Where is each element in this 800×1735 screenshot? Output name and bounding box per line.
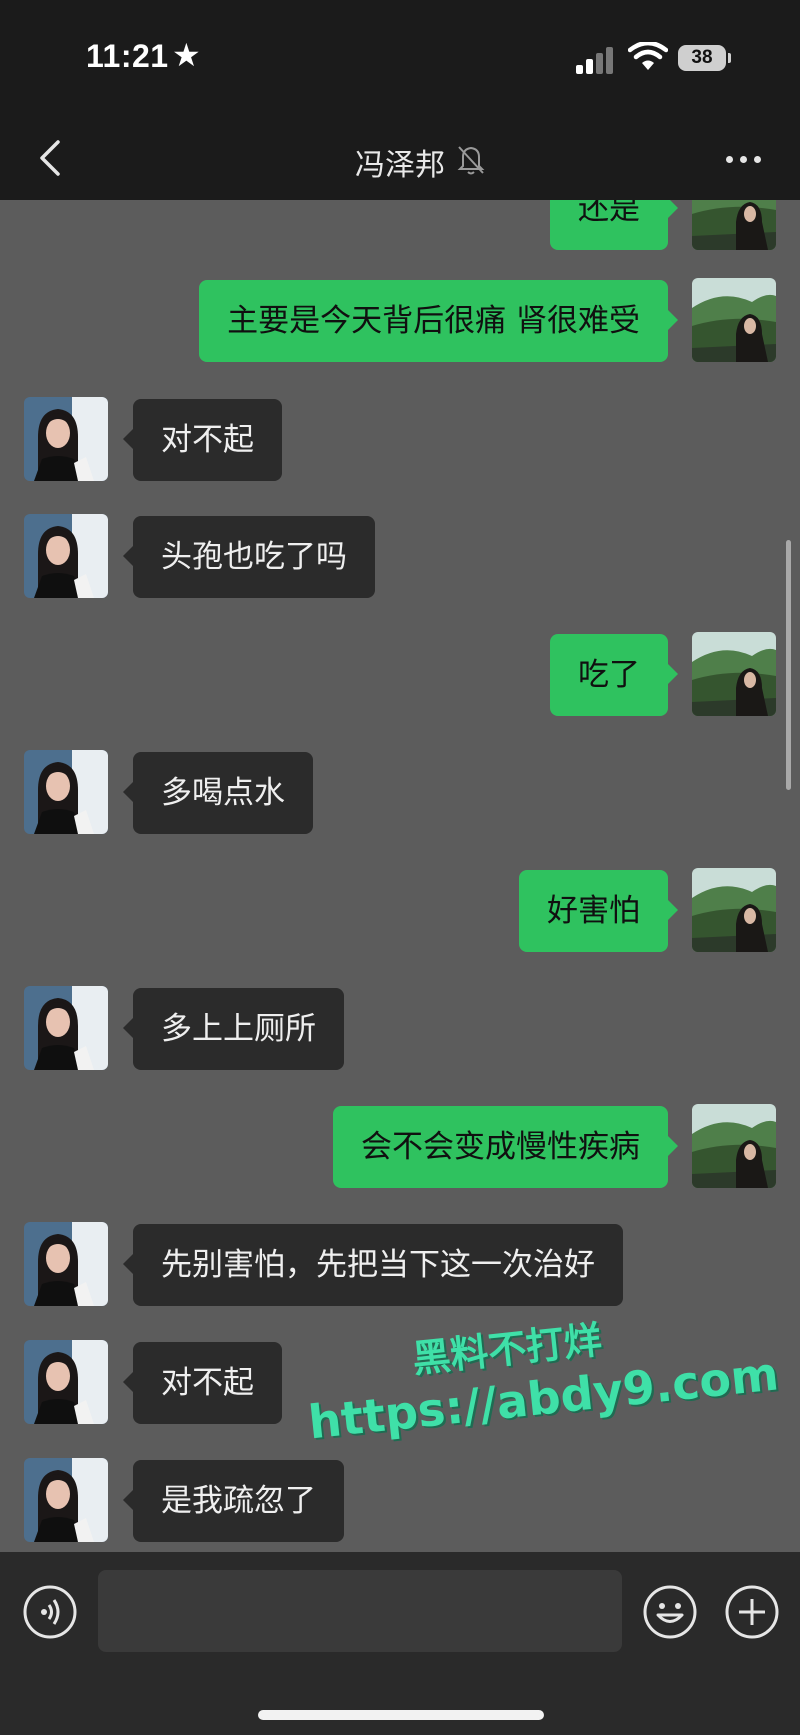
message-row-outgoing: 还是: [0, 200, 800, 252]
my-avatar[interactable]: [692, 278, 776, 362]
message-row-incoming: 多喝点水: [0, 750, 800, 836]
contact-avatar[interactable]: [24, 397, 108, 481]
emoji-icon[interactable]: [642, 1584, 698, 1640]
chat-title: 冯泽邦: [355, 148, 445, 183]
message-row-outgoing: 吃了: [0, 632, 800, 718]
star-icon: ★: [172, 36, 201, 74]
cellular-signal-icon: [576, 46, 616, 74]
contact-avatar[interactable]: [24, 1340, 108, 1424]
message-bubble[interactable]: 对不起: [123, 399, 282, 481]
contact-avatar[interactable]: [24, 750, 108, 834]
my-avatar[interactable]: [692, 632, 776, 716]
status-bar: 11:21 ★ 38: [0, 0, 800, 120]
message-row-incoming: 是我疏忽了: [0, 1458, 800, 1544]
message-bubble[interactable]: 好害怕: [519, 870, 678, 952]
contact-avatar[interactable]: [24, 986, 108, 1070]
ellipsis-icon[interactable]: [722, 144, 766, 174]
message-row-incoming: 对不起: [0, 1340, 800, 1426]
message-bubble[interactable]: 吃了: [550, 634, 678, 716]
message-bubble[interactable]: 对不起: [123, 1342, 282, 1424]
bell-slash-icon: [457, 146, 485, 175]
my-avatar[interactable]: [692, 868, 776, 952]
message-bubble[interactable]: 多喝点水: [123, 752, 313, 834]
plus-icon[interactable]: [724, 1584, 780, 1640]
message-bubble[interactable]: 还是: [550, 200, 678, 250]
battery-icon: 38: [678, 45, 726, 71]
message-input[interactable]: [98, 1570, 622, 1652]
my-avatar[interactable]: [692, 1104, 776, 1188]
message-row-outgoing: 会不会变成慢性疾病: [0, 1104, 800, 1190]
message-bubble[interactable]: 先别害怕，先把当下这一次治好: [123, 1224, 623, 1306]
message-bubble[interactable]: 多上上厕所: [123, 988, 344, 1070]
battery-nub: [728, 53, 731, 63]
message-row-incoming: 多上上厕所: [0, 986, 800, 1072]
message-bubble[interactable]: 头孢也吃了吗: [123, 516, 375, 598]
message-bubble[interactable]: 主要是今天背后很痛 肾很难受: [199, 280, 678, 362]
message-bubble[interactable]: 是我疏忽了: [123, 1460, 344, 1542]
my-avatar[interactable]: [692, 200, 776, 250]
voice-icon[interactable]: [22, 1584, 78, 1640]
message-bubble[interactable]: 会不会变成慢性疾病: [333, 1106, 678, 1188]
contact-avatar[interactable]: [24, 1458, 108, 1542]
scrollbar[interactable]: [786, 540, 791, 790]
message-row-outgoing: 好害怕: [0, 868, 800, 954]
home-indicator: [258, 1710, 544, 1720]
contact-avatar[interactable]: [24, 514, 108, 598]
contact-avatar[interactable]: [24, 1222, 108, 1306]
message-list[interactable]: 还是 主要是今天背后很痛 肾很难受 对不起 头孢也吃了吗 吃了 多喝点水 好害怕 多上上厕所会…: [0, 200, 800, 1552]
message-row-outgoing: 主要是今天背后很痛 肾很难受: [0, 278, 800, 364]
input-bar: [0, 1552, 800, 1735]
wifi-icon: [628, 42, 668, 70]
chat-header: 冯泽邦: [0, 120, 800, 200]
message-row-incoming: 对不起: [0, 397, 800, 483]
status-time: 11:21: [86, 38, 169, 74]
message-row-incoming: 先别害怕，先把当下这一次治好: [0, 1222, 800, 1308]
message-row-incoming: 头孢也吃了吗: [0, 514, 800, 600]
